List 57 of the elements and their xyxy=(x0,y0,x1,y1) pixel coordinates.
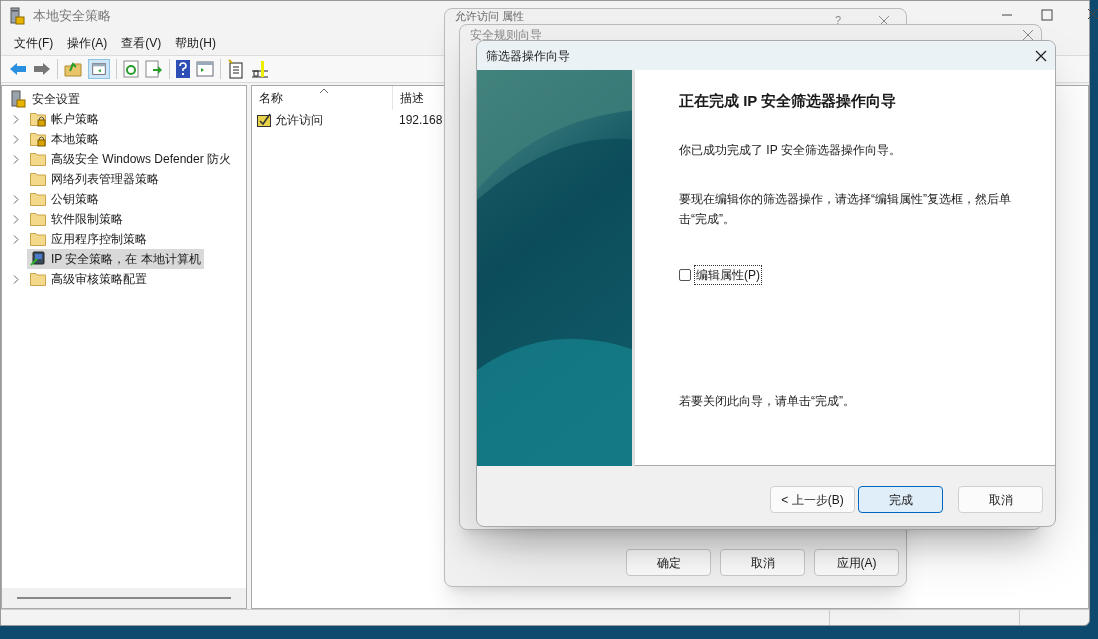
checkbox[interactable] xyxy=(679,268,691,281)
up-folder-icon[interactable] xyxy=(64,61,82,77)
pane-toggle-icon[interactable] xyxy=(88,59,110,79)
menu-item[interactable]: 操作(A) xyxy=(62,34,113,52)
column-header[interactable]: 名称 xyxy=(252,86,392,110)
folder-icon xyxy=(30,272,46,286)
checkbox-label[interactable]: 编辑属性(P) xyxy=(694,264,762,285)
dialog-button[interactable]: 确定 xyxy=(626,549,711,576)
folder-icon xyxy=(30,172,46,186)
folder-icon xyxy=(30,192,46,206)
server-lock-icon xyxy=(9,7,25,25)
tree-item[interactable]: 安全设置 xyxy=(32,90,80,108)
add-item-icon[interactable] xyxy=(251,59,269,79)
table-cell[interactable]: 允许访问 xyxy=(275,111,323,129)
tree-item[interactable]: 网络列表管理器策略 xyxy=(27,169,162,189)
folder-icon xyxy=(30,152,46,166)
tree-item[interactable]: 公钥策略 xyxy=(27,189,102,209)
refresh-icon[interactable] xyxy=(123,60,139,78)
locked-folder-icon xyxy=(30,131,46,147)
back-icon[interactable] xyxy=(9,61,27,77)
help-icon[interactable] xyxy=(176,60,190,78)
folder-icon xyxy=(30,232,46,246)
panel-view-icon[interactable] xyxy=(196,61,214,77)
menu-item[interactable]: 帮助(H) xyxy=(170,34,221,52)
tree-item[interactable]: IP 安全策略，在 本地计算机 xyxy=(27,249,204,269)
tree-item[interactable]: 帐户策略 xyxy=(27,109,102,129)
wizard-button[interactable]: 完成 xyxy=(858,486,943,513)
locked-folder-icon xyxy=(30,111,46,127)
menu-item[interactable]: 文件(F) xyxy=(9,34,59,52)
wizard-heading: 正在完成 IP 安全筛选器操作向导 xyxy=(679,91,898,111)
tree-item[interactable]: 高级审核策略配置 xyxy=(27,269,150,289)
dialog-button[interactable]: 取消 xyxy=(720,549,805,576)
computer-icon xyxy=(30,251,46,267)
dialog-title: 允许访问 属性 xyxy=(455,10,525,22)
wizard-button[interactable]: 取消 xyxy=(958,486,1043,513)
chevron-right-icon[interactable] xyxy=(13,274,19,284)
window-title: 本地安全策略 xyxy=(33,7,111,26)
new-document-icon[interactable] xyxy=(227,59,245,79)
dialog-title: 筛选器操作向导 xyxy=(486,47,570,65)
filter-action-icon xyxy=(257,113,272,127)
wizard-text: 你已成功完成了 IP 安全筛选器操作向导。 xyxy=(679,141,902,159)
tree-item[interactable]: 应用程序控制策略 xyxy=(27,229,150,249)
forward-icon[interactable] xyxy=(33,61,51,77)
menu-item[interactable]: 查看(V) xyxy=(116,34,167,52)
table-cell-text: 192.168 xyxy=(398,112,443,129)
tree-item[interactable]: 软件限制策略 xyxy=(27,209,126,229)
dialog-button[interactable]: 应用(A) xyxy=(814,549,899,576)
tree-item[interactable]: 高级安全 Windows Defender 防火 xyxy=(27,149,235,169)
folder-icon xyxy=(30,212,46,226)
scroll-bar[interactable] xyxy=(2,588,246,608)
export-list-icon[interactable] xyxy=(145,60,163,78)
server-lock-icon xyxy=(10,90,26,108)
wizard-text: 要现在编辑你的筛选器操作，请选择“编辑属性”复选框，然后单击“完成”。 xyxy=(679,190,1012,228)
wizard-button[interactable]: < 上一步(B) xyxy=(770,486,855,513)
tree-item[interactable]: 本地策略 xyxy=(27,129,102,149)
wizard-text: 若要关闭此向导，请单击“完成”。 xyxy=(679,393,855,410)
close-icon[interactable] xyxy=(1035,49,1047,62)
